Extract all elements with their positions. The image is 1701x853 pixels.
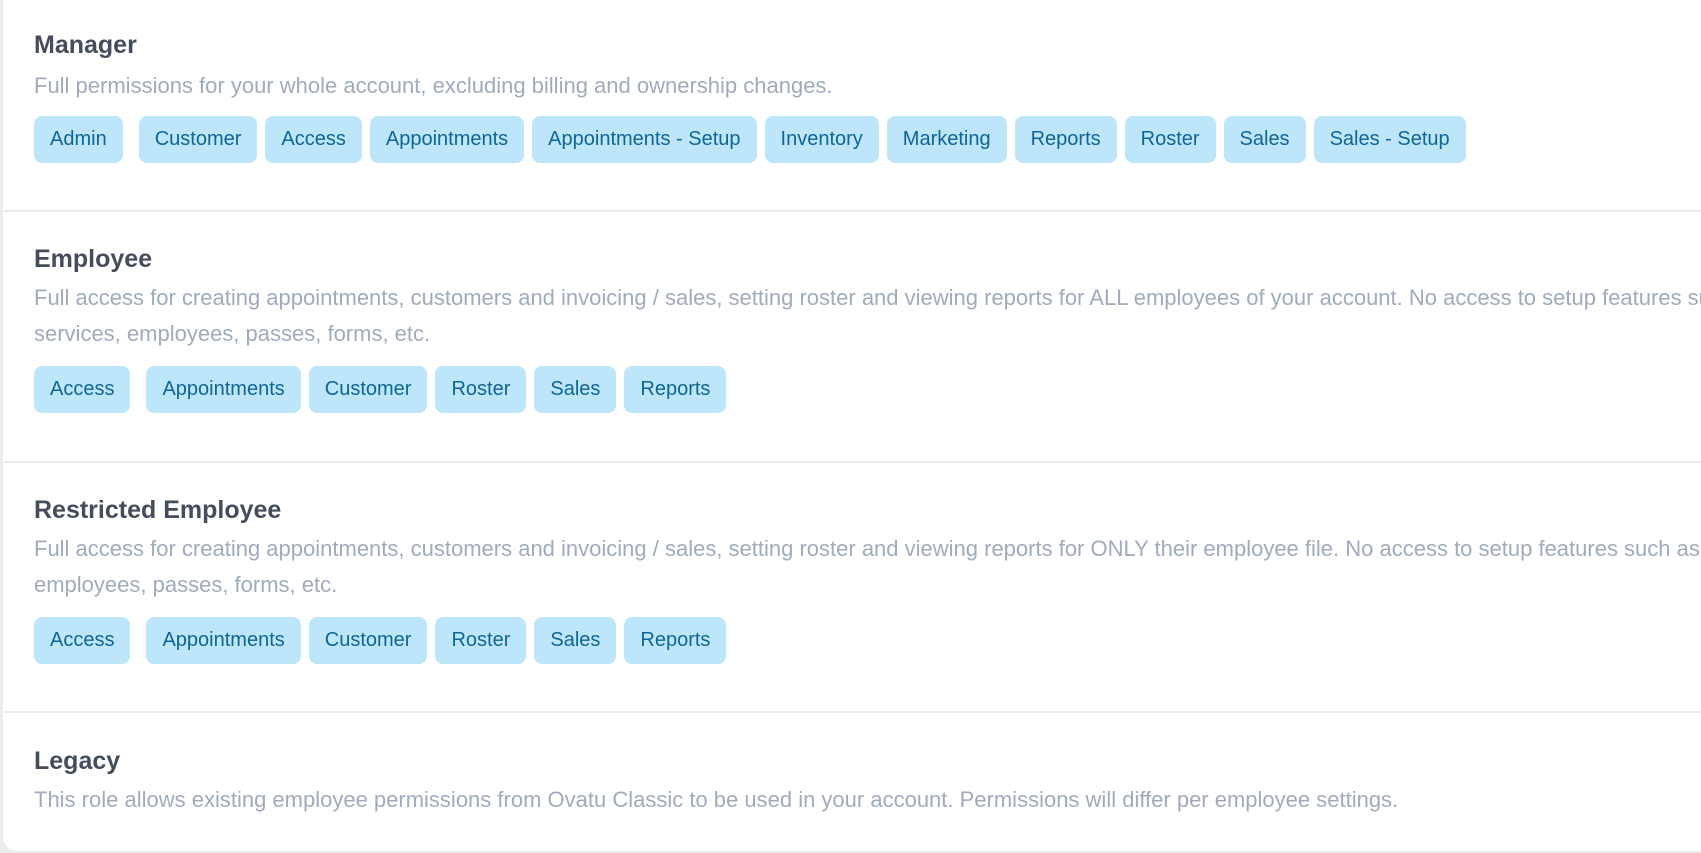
section-divider [3,461,1701,463]
permission-pill-access[interactable]: Access [34,366,131,413]
permission-pill-reports[interactable]: Reports [1014,116,1117,163]
role-description: Full access for creating appointments, c… [34,536,1701,597]
permission-pill-sales[interactable]: Sales [1223,116,1306,163]
permission-list: Access Appointments Customer Roster Sale… [34,366,1701,413]
permission-pill-appointments[interactable]: Appointments [146,366,301,413]
role-title: Employee [34,245,153,273]
permission-pill-access[interactable]: Access [265,116,362,163]
permission-pill-reports[interactable]: Reports [624,617,727,664]
section-divider [3,210,1701,212]
section-divider [3,711,1701,713]
role-description: This role allows existing employee permi… [34,787,1399,812]
role-legacy: Legacy This role allows existing employe… [3,746,1701,818]
role-manager: Manager Full permissions for your whole … [3,30,1701,163]
permission-pill-sales-setup[interactable]: Sales - Setup [1313,116,1466,163]
permission-list: Admin Customer Access Appointments Appoi… [34,116,1701,163]
role-title: Manager [34,31,137,59]
roles-card: Manager Full permissions for your whole … [3,0,1701,851]
role-title: Restricted Employee [34,496,282,524]
permission-pill-access[interactable]: Access [34,617,131,664]
permission-pill-customer[interactable]: Customer [138,116,258,163]
role-description: Full access for creating appointments, c… [34,285,1701,346]
permission-pill-inventory[interactable]: Inventory [764,116,879,163]
permission-pill-roster[interactable]: Roster [435,366,527,413]
permission-pill-appointments[interactable]: Appointments [146,617,301,664]
permission-list: Access Appointments Customer Roster Sale… [34,617,1701,664]
permission-pill-appointments-setup[interactable]: Appointments - Setup [532,116,757,163]
permission-pill-customer[interactable]: Customer [308,366,428,413]
role-title: Legacy [34,747,121,775]
permission-pill-customer[interactable]: Customer [308,617,428,664]
role-restricted-employee: Restricted Employee Full access for crea… [3,495,1701,664]
role-description: Full permissions for your whole account,… [34,73,833,98]
permission-pill-sales[interactable]: Sales [534,617,617,664]
permission-pill-admin[interactable]: Admin [34,116,123,163]
role-employee: Employee Full access for creating appoin… [3,244,1701,413]
permission-pill-reports[interactable]: Reports [624,366,727,413]
permission-pill-roster[interactable]: Roster [1124,116,1216,163]
permission-pill-sales[interactable]: Sales [534,366,617,413]
permission-pill-roster[interactable]: Roster [435,617,527,664]
permission-pill-appointments[interactable]: Appointments [369,116,525,163]
permission-pill-marketing[interactable]: Marketing [886,116,1007,163]
